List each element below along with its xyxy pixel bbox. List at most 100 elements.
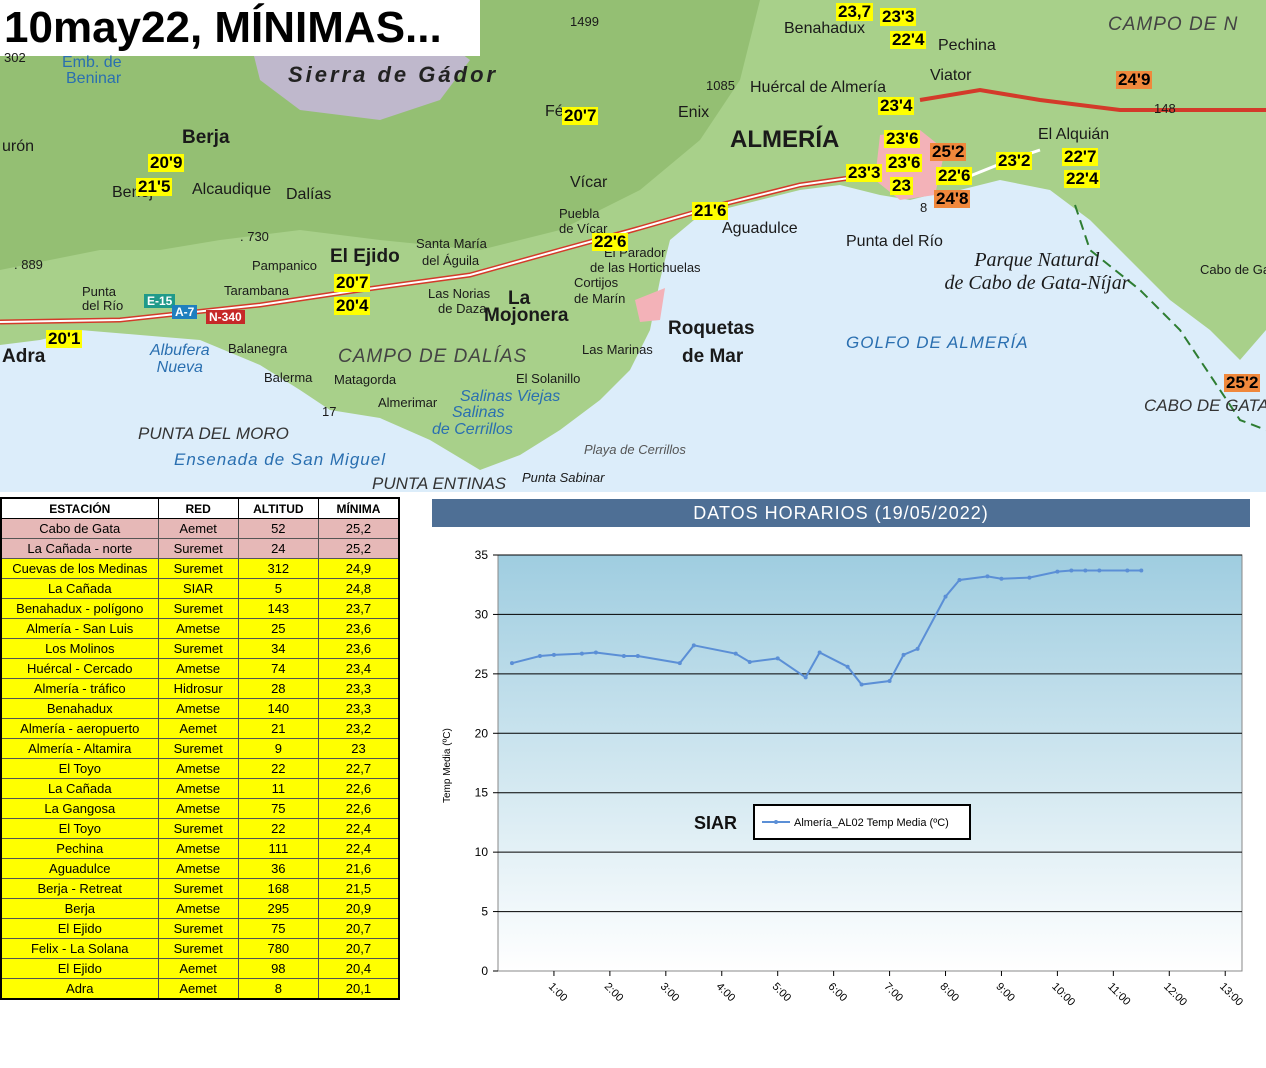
temp-label: 24'9 bbox=[1116, 70, 1153, 89]
place-matagorda: Matagorda bbox=[334, 372, 397, 387]
cell-station: Benahadux bbox=[0, 698, 159, 719]
cell-min: 21,6 bbox=[317, 858, 400, 879]
cell-min: 22,7 bbox=[317, 758, 400, 779]
cell-station: El Ejido bbox=[0, 958, 159, 979]
data-point bbox=[845, 664, 850, 669]
temp-label: 22'6 bbox=[592, 232, 629, 251]
cell-min: 20,1 bbox=[317, 978, 400, 1000]
temp-label: 23'3 bbox=[880, 7, 917, 26]
cape-punta-entinas: PUNTA ENTINAS bbox=[372, 474, 507, 493]
temp-label: 22'7 bbox=[1062, 147, 1099, 166]
chart-svg: 0 5 10 15 20 25 30 35 1:00 2:00 3:00 4:00 5:00 6:00 7:… bbox=[442, 548, 1245, 1009]
table-row: Almería - Altamira Suremet 9 23 bbox=[0, 738, 400, 759]
elevation-8: 8 bbox=[920, 200, 928, 215]
cell-min: 24,9 bbox=[317, 558, 400, 579]
col-header-altitud: ALTITUD bbox=[237, 497, 319, 519]
cell-min: 25,2 bbox=[317, 518, 400, 539]
cell-min: 20,7 bbox=[317, 918, 400, 939]
data-point bbox=[999, 576, 1004, 581]
temp-label: 22'4 bbox=[890, 30, 927, 49]
cell-network: Hidrosur bbox=[157, 678, 239, 699]
cell-station: El Ejido bbox=[0, 918, 159, 939]
data-point bbox=[509, 661, 514, 666]
cell-network: Suremet bbox=[157, 918, 239, 939]
map-title: 10may22, MÍNIMAS... bbox=[0, 0, 480, 56]
place-el-solanillo: El Solanillo bbox=[516, 371, 581, 386]
cell-network: Suremet bbox=[157, 638, 239, 659]
cell-station: La Cañada bbox=[0, 778, 159, 799]
road-a7: A-7 bbox=[172, 305, 198, 319]
cape-cabo-gata: CABO DE GATA bbox=[1144, 396, 1266, 415]
temp-label: 25'2 bbox=[1224, 373, 1261, 392]
table-row: El Ejido Aemet 98 20,4 bbox=[0, 958, 400, 979]
cell-altitude: 8 bbox=[237, 978, 319, 1000]
table-row: Felix - La Solana Suremet 780 20,7 bbox=[0, 938, 400, 959]
cell-station: Almería - aeropuerto bbox=[0, 718, 159, 739]
table-row: La Cañada SIAR 5 24,8 bbox=[0, 578, 400, 599]
cape-punta-sabinar: Punta Sabinar bbox=[522, 470, 605, 485]
place-huercal: Huércal de Almería bbox=[750, 79, 887, 96]
data-point bbox=[537, 654, 542, 659]
cell-network: Aemet bbox=[157, 978, 239, 1000]
cell-altitude: 312 bbox=[237, 558, 319, 579]
cell-min: 23,3 bbox=[317, 678, 400, 699]
y-tick-label: 10 bbox=[475, 845, 489, 859]
cell-altitude: 295 bbox=[237, 898, 319, 919]
cell-min: 22,4 bbox=[317, 818, 400, 839]
elevation-889: . 889 bbox=[14, 257, 43, 272]
y-tick-label: 15 bbox=[475, 786, 489, 800]
cell-station: Aguadulce bbox=[0, 858, 159, 879]
park-line1: Parque Natural bbox=[974, 249, 1100, 271]
data-point bbox=[859, 682, 864, 687]
place-benahadux: Benahadux bbox=[784, 20, 865, 37]
temp-label: 23 bbox=[890, 176, 913, 195]
place-pechina: Pechina bbox=[938, 37, 996, 54]
data-point bbox=[1125, 568, 1130, 573]
cell-station: Berja bbox=[0, 898, 159, 919]
cell-station: La Cañada bbox=[0, 578, 159, 599]
y-tick-label: 5 bbox=[481, 905, 488, 919]
data-point bbox=[775, 656, 780, 661]
cell-altitude: 52 bbox=[237, 518, 319, 539]
y-tick-label: 35 bbox=[475, 548, 489, 562]
cell-min: 22,4 bbox=[317, 838, 400, 859]
table-header-row: ESTACIÓN RED ALTITUD MÍNIMA bbox=[0, 497, 400, 519]
data-point bbox=[1139, 568, 1144, 573]
table-row: El Toyo Suremet 22 22,4 bbox=[0, 818, 400, 839]
data-point bbox=[747, 659, 752, 664]
place-de-marin: de Marín bbox=[574, 291, 626, 306]
cell-station: Huércal - Cercado bbox=[0, 658, 159, 679]
place-el-ejido: El Ejido bbox=[330, 246, 400, 267]
table-row: Cabo de Gata Aemet 52 25,2 bbox=[0, 518, 400, 539]
cell-min: 22,6 bbox=[317, 778, 400, 799]
data-point bbox=[1055, 569, 1060, 574]
data-point bbox=[691, 643, 696, 648]
place-punta-w: Punta bbox=[82, 284, 116, 299]
table-row: Almería - tráfico Hidrosur 28 23,3 bbox=[0, 678, 400, 699]
data-point bbox=[957, 577, 962, 582]
temp-label: 20'7 bbox=[562, 106, 599, 125]
siar-watermark: SIAR bbox=[694, 813, 737, 833]
gulf-label: GOLFO DE ALMERÍA bbox=[846, 333, 1029, 352]
temp-label: 20'9 bbox=[148, 153, 185, 172]
temp-label: 24'8 bbox=[934, 189, 971, 208]
data-point bbox=[1083, 568, 1088, 573]
place-felix: Fé bbox=[545, 103, 564, 120]
cell-network: Suremet bbox=[157, 598, 239, 619]
temp-label: 20'7 bbox=[334, 273, 371, 292]
place-vicar: Vícar bbox=[570, 174, 608, 191]
place-adra: Adra bbox=[2, 346, 46, 367]
cell-station: El Toyo bbox=[0, 818, 159, 839]
temp-label: 23'3 bbox=[846, 163, 883, 182]
elevation-148: 148 bbox=[1154, 101, 1176, 116]
elevation-1499: 1499 bbox=[570, 14, 599, 29]
cell-min: 23,2 bbox=[317, 718, 400, 739]
legend-label: Almería_AL02 Temp Media (ºC) bbox=[794, 817, 949, 829]
cell-min: 20,7 bbox=[317, 938, 400, 959]
x-tick-label: 7:00 bbox=[881, 981, 905, 1005]
cell-min: 21,5 bbox=[317, 878, 400, 899]
temp-label: 23'4 bbox=[878, 96, 915, 115]
plot-area bbox=[497, 554, 1243, 972]
cell-network: Ametse bbox=[157, 798, 239, 819]
cell-station: Cuevas de los Medinas bbox=[0, 558, 159, 579]
